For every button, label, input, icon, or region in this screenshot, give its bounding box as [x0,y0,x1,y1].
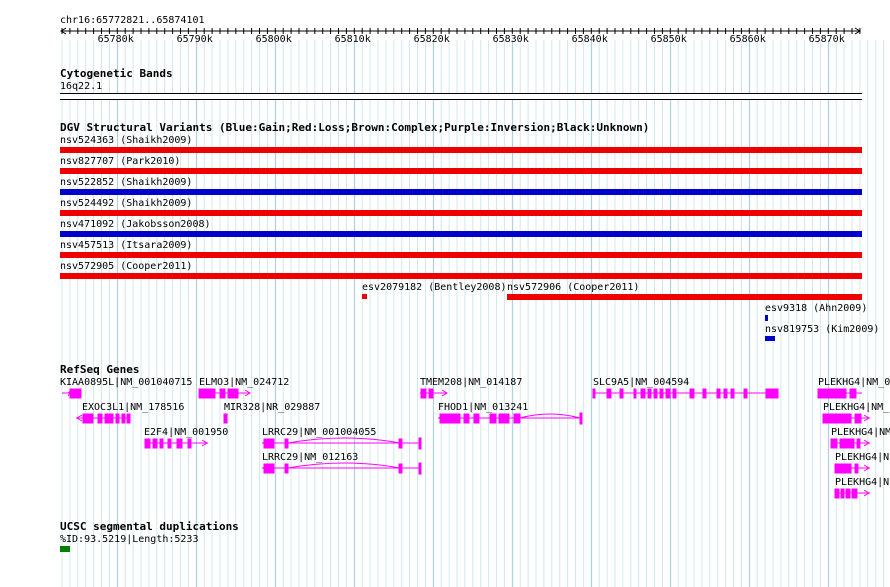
gene-model[interactable] [438,412,583,425]
gene-model[interactable] [262,437,422,450]
gene-model[interactable] [198,388,251,399]
gene-model[interactable] [830,438,870,449]
gene-model[interactable] [76,413,131,424]
segdup-label[interactable]: %ID:93.5219|Length:5233 [60,534,198,545]
segdup-bar[interactable] [60,546,70,552]
gene-model[interactable] [592,388,779,399]
gene-model[interactable] [834,488,870,499]
gene-model[interactable] [223,413,228,424]
gene-model[interactable] [144,438,208,449]
gene-model[interactable] [62,388,82,399]
gene-model[interactable] [834,463,870,474]
gene-glyphs[interactable] [0,0,890,587]
gene-model[interactable] [262,462,422,475]
segdup-track-title[interactable]: UCSC segmental duplications [60,521,239,532]
genome-browser-canvas: chr16:65772821..65874101 65780k 65790k 658… [0,0,890,587]
gene-model[interactable] [822,413,870,424]
gene-model[interactable] [817,388,862,399]
gene-model[interactable] [420,388,448,399]
